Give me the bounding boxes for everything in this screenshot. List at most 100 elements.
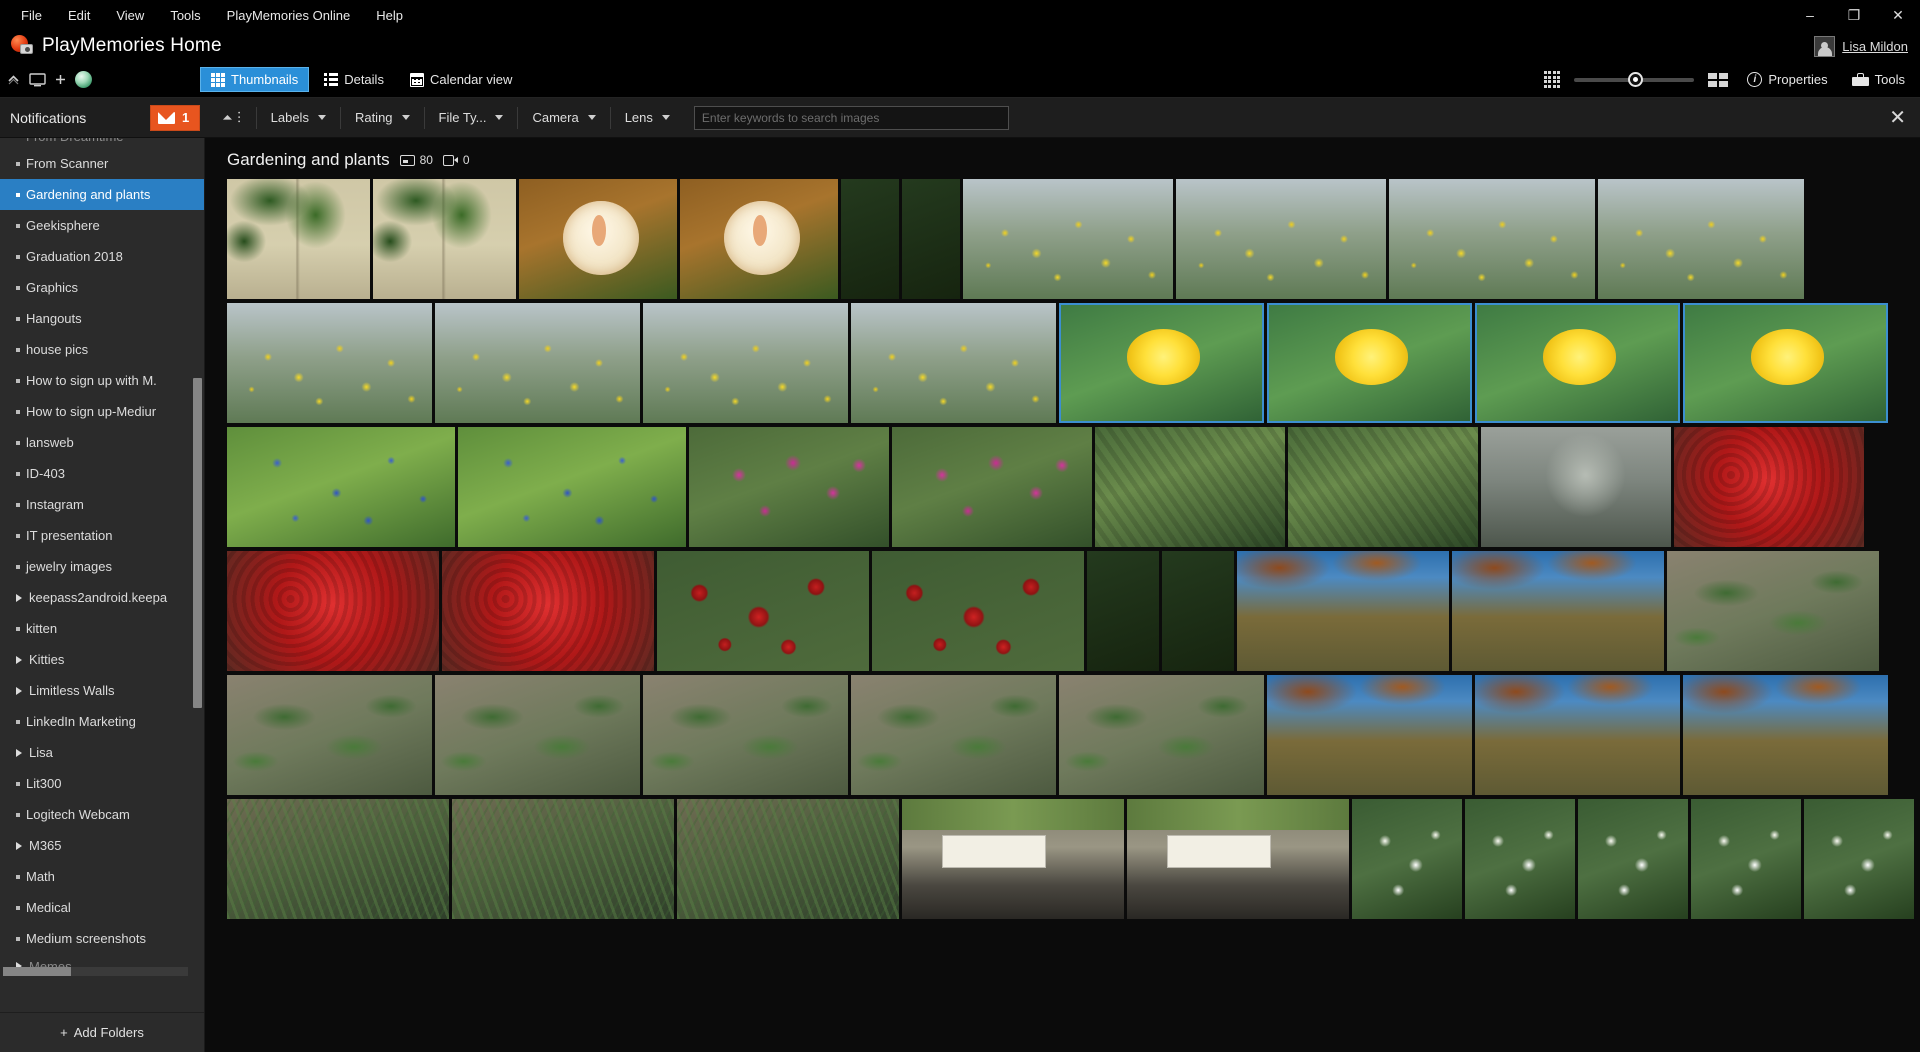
sidebar-vertical-scrollbar[interactable] (193, 378, 202, 708)
thumbnail-item[interactable] (452, 799, 674, 919)
thumbnail-item[interactable] (519, 179, 677, 299)
menu-file[interactable]: File (8, 4, 55, 27)
menu-help[interactable]: Help (363, 4, 416, 27)
expand-arrow-icon[interactable] (16, 749, 22, 757)
thumbnail-item[interactable] (680, 179, 838, 299)
sidebar-scroll-region[interactable]: From Dreamtime From Scanner Gardening an… (0, 138, 204, 1012)
filter-labels[interactable]: Labels (259, 105, 338, 130)
tab-details[interactable]: Details (313, 67, 395, 92)
tools-button[interactable]: Tools (1847, 69, 1910, 90)
sidebar-item-how-to-sign-up-with-m[interactable]: How to sign up with M. (0, 365, 204, 396)
globe-icon[interactable] (75, 71, 92, 88)
thumbnail-item[interactable] (435, 303, 640, 423)
expand-arrow-icon[interactable] (16, 687, 22, 695)
user-name[interactable]: Lisa Mildon (1842, 39, 1908, 54)
thumbnail-item[interactable] (373, 179, 516, 299)
thumbnail-item[interactable] (1475, 303, 1680, 423)
thumbnail-item[interactable] (1237, 551, 1449, 671)
expand-arrow-icon[interactable] (16, 842, 22, 850)
sidebar-item-medium-screenshots[interactable]: Medium screenshots (0, 923, 204, 954)
large-grid-icon[interactable] (1708, 73, 1728, 87)
sidebar-item-m365[interactable]: M365 (0, 830, 204, 861)
thumbnail-item[interactable] (657, 551, 869, 671)
properties-button[interactable]: i Properties (1742, 69, 1832, 90)
search-box[interactable] (694, 106, 1009, 130)
thumbnail-item[interactable] (227, 675, 432, 795)
filter-file-type[interactable]: File Ty... (427, 105, 516, 130)
thumbnail-item[interactable] (677, 799, 899, 919)
monitor-icon[interactable] (29, 73, 46, 87)
thumbnail-item[interactable] (1674, 427, 1864, 547)
minimize-icon[interactable]: – (1788, 0, 1832, 30)
thumbnail-item[interactable] (1087, 551, 1159, 671)
thumbnail-item[interactable] (227, 551, 439, 671)
thumbnail-item[interactable] (643, 303, 848, 423)
sidebar-item-gardening-and-plants[interactable]: Gardening and plants (0, 179, 204, 210)
thumbnail-item[interactable] (1389, 179, 1595, 299)
filter-rating[interactable]: Rating (343, 105, 422, 130)
thumbnail-item[interactable] (227, 799, 449, 919)
thumbnail-item[interactable] (902, 179, 960, 299)
thumbnail-item[interactable] (227, 179, 370, 299)
menu-edit[interactable]: Edit (55, 4, 103, 27)
add-folders-button[interactable]: + Add Folders (0, 1012, 204, 1052)
thumbnail-item[interactable] (1481, 427, 1671, 547)
thumbnail-item[interactable] (1267, 303, 1472, 423)
sidebar-item-kitties[interactable]: Kitties (0, 644, 204, 675)
sidebar-item-medical[interactable]: Medical (0, 892, 204, 923)
tab-calendar-view[interactable]: Calendar view (399, 67, 523, 92)
thumbnail-item[interactable] (689, 427, 889, 547)
sidebar-item-from-dreamtime[interactable]: From Dreamtime (0, 138, 204, 148)
sidebar-item-geekisphere[interactable]: Geekisphere (0, 210, 204, 241)
sidebar-item-instagram[interactable]: Instagram (0, 489, 204, 520)
sidebar-item-house-pics[interactable]: house pics (0, 334, 204, 365)
menu-tools[interactable]: Tools (157, 4, 213, 27)
zoom-slider[interactable] (1574, 72, 1694, 88)
menu-view[interactable]: View (103, 4, 157, 27)
thumbnail-item[interactable] (1804, 799, 1914, 919)
sidebar-item-limitless-walls[interactable]: Limitless Walls (0, 675, 204, 706)
sidebar-item-keepass2android[interactable]: keepass2android.keepa (0, 582, 204, 613)
thumbnail-item[interactable] (1176, 179, 1386, 299)
thumbnail-item[interactable] (1683, 675, 1888, 795)
thumbnail-item[interactable] (872, 551, 1084, 671)
thumbnail-item[interactable] (963, 179, 1173, 299)
menu-playmemories-online[interactable]: PlayMemories Online (214, 4, 364, 27)
expand-arrow-icon[interactable] (16, 656, 22, 664)
sidebar-item-from-scanner[interactable]: From Scanner (0, 148, 204, 179)
thumbnail-item[interactable] (1598, 179, 1804, 299)
thumbnail-item[interactable] (1691, 799, 1801, 919)
thumbnail-item[interactable] (458, 427, 686, 547)
sidebar-item-logitech-webcam[interactable]: Logitech Webcam (0, 799, 204, 830)
sidebar-item-jewelry-images[interactable]: jewelry images (0, 551, 204, 582)
zoom-slider-knob[interactable] (1628, 72, 1643, 87)
thumbnail-item[interactable] (902, 799, 1124, 919)
thumbnail-item[interactable] (892, 427, 1092, 547)
filter-lens[interactable]: Lens (613, 105, 682, 130)
thumbnail-item[interactable] (1578, 799, 1688, 919)
maximize-icon[interactable]: ❐ (1832, 0, 1876, 30)
sidebar-item-it-presentation[interactable]: IT presentation (0, 520, 204, 551)
thumbnail-item[interactable] (1162, 551, 1234, 671)
search-input[interactable] (702, 111, 1001, 125)
double-chevron-down-icon[interactable]: ⏶︙ (214, 107, 253, 128)
thumbnail-item[interactable] (1352, 799, 1462, 919)
close-filterbar-icon[interactable]: ✕ (1889, 108, 1906, 128)
thumbnail-item[interactable] (1475, 675, 1680, 795)
sidebar-item-hangouts[interactable]: Hangouts (0, 303, 204, 334)
sidebar-item-lit300[interactable]: Lit300 (0, 768, 204, 799)
user-account[interactable]: Lisa Mildon (1814, 30, 1908, 62)
notifications-badge[interactable]: 1 (150, 105, 200, 131)
sidebar-item-iansweb[interactable]: lansweb (0, 427, 204, 458)
sidebar-item-id-403[interactable]: ID-403 (0, 458, 204, 489)
expand-arrow-icon[interactable] (16, 594, 22, 602)
thumbnail-item[interactable] (1452, 551, 1664, 671)
thumbnail-item[interactable] (841, 179, 899, 299)
thumbnail-item[interactable] (851, 303, 1056, 423)
collapse-chevron-icon[interactable] (7, 73, 20, 86)
thumbnail-item[interactable] (1683, 303, 1888, 423)
plus-icon[interactable] (55, 74, 66, 85)
thumbnail-item[interactable] (227, 303, 432, 423)
sidebar-horizontal-scrollbar[interactable] (3, 967, 188, 976)
thumbnail-item[interactable] (442, 551, 654, 671)
